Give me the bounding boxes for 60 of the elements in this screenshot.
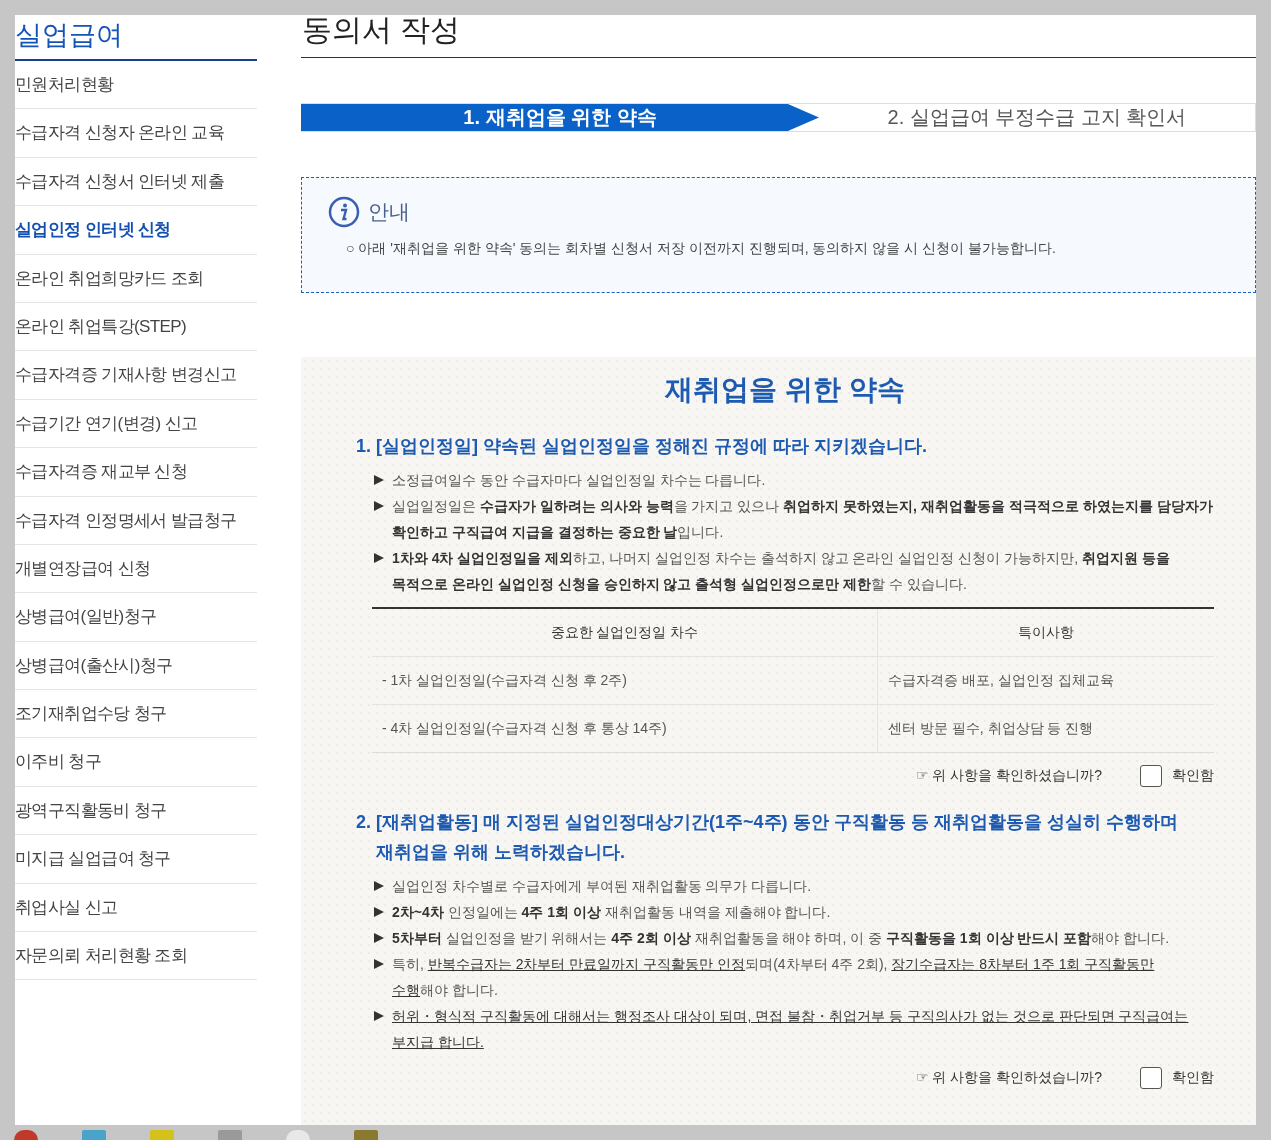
sidebar-item[interactable]: 민원처리현황 xyxy=(15,61,257,110)
section-heading: 1. [실업인정일] 약속된 실업인정일을 정해진 규정에 따라 지키겠습니다. xyxy=(356,435,928,458)
notice-title: 안내 xyxy=(368,199,410,225)
sidebar-item[interactable]: 온라인 취업특강(STEP) xyxy=(15,302,257,352)
sidebar-item[interactable]: 온라인 취업희망카드 조회 xyxy=(15,254,257,303)
sidebar-item[interactable]: 수급자격증 기재사항 변경신고 xyxy=(15,351,257,400)
step-tab[interactable]: 1. 재취업을 위한 약속 xyxy=(301,104,819,131)
confirm-checkbox[interactable]: 확인함 xyxy=(1140,765,1214,787)
bullet-icon xyxy=(374,1011,384,1021)
sidebar-item[interactable]: 수급자격 신청서 인터넷 제출 xyxy=(15,157,257,207)
sidebar-item[interactable]: 실업인정 인터넷 신청 xyxy=(15,206,257,255)
sidebar-item[interactable]: 미지급 실업급여 청구 xyxy=(15,835,257,884)
checkbox[interactable] xyxy=(1140,765,1162,787)
sidebar-item[interactable]: 상병급여(출산시)청구 xyxy=(15,641,257,691)
bullet-text: 5차부터 실업인정을 받기 위해서는 4주 2회 이상 재취업활동을 해야 하며, 이 중 구직활동을 1회 이상 반드시 포함해야 합니다. xyxy=(356,925,1214,951)
bullet-icon xyxy=(374,475,384,485)
sidebar-item[interactable]: 수급기간 연기(변경) 신고 xyxy=(15,399,257,449)
sidebar-item[interactable]: 이주비 청구 xyxy=(15,738,257,787)
confirm-question: ☞ 위 사항을 확인하셨습니까? xyxy=(916,1069,1102,1087)
checkbox[interactable] xyxy=(1140,1067,1162,1089)
bullet-icon xyxy=(374,553,384,563)
sidebar-item[interactable]: 수급자격 신청자 온라인 교육 xyxy=(15,109,257,158)
bullet-text: 1차와 4차 실업인정일을 제외하고, 나머지 실업인정 차수는 출석하지 않고 온라인 실업인정 신청이 가능하지만, 취업지원 등을 목적으로 온라인 실업인정 신청을 승인하지 않고 출석형 실업인정으로만 제한할 수 있습니다. xyxy=(356,545,1214,597)
sidebar-item[interactable]: 개별연장급여 신청 xyxy=(15,544,257,594)
bullet-text: 실업일정일은 수급자가 일하려는 의사와 능력 을 가지고 있으나 취업하지 못하였는지, 재취업활동을 적극적으로 하였는지를 담당자가 확인하고 구직급여 지급을 결정하는 중요한 날입니다. xyxy=(356,493,1214,545)
bullet-text: 허위・형식적 구직활동에 대해서는 행정조사 대상이 되며, 면접 불참・취업거부 등 구직의사가 없는 것으로 판단되면 구직급여는 부지급 합니다. xyxy=(356,1003,1214,1055)
sidebar-item[interactable]: 수급자격증 재교부 신청 xyxy=(15,448,257,497)
column-header: 중요한 실업인정일 차수 xyxy=(372,609,877,657)
bullet-icon xyxy=(374,907,384,917)
bullet-text: 2차~4차 인정일에는 4주 1회 이상 재취업활동 내역을 제출해야 합니다. xyxy=(356,899,1214,925)
confirm-checkbox[interactable]: 확인함 xyxy=(1140,1067,1214,1089)
bullet-text: 특히, 반복수급자는 2차부터 만료일까지 구직활동만 인정 되며(4차부터 4주 2회), 장기수급자는 8차부터 1주 1회 구직활동만 수행해야 합니다. xyxy=(356,951,1214,1003)
section-heading: 2. [재취업활동] 매 지정된 실업인정대상기간(1주~4주) 동안 구직활동 등 재취업활동을 성실히 수행하며 재취업을 위해 노력하겠습니다. xyxy=(356,811,1179,864)
bullet-text: 실업인정 차수별로 수급자에게 부여된 재취업활동 의무가 다릅니다. xyxy=(356,873,1214,899)
checkbox-label: 확인함 xyxy=(1172,767,1214,785)
bullet-text: 소정급여일수 동안 수급자마다 실업인정일 차수는 다릅니다. xyxy=(356,467,1214,493)
table-cell: 수급자격증 배포, 실업인정 집체교육 xyxy=(877,657,1214,704)
bullet-icon xyxy=(374,881,384,891)
table-cell: 센터 방문 필수, 취업상담 등 진행 xyxy=(877,704,1214,752)
info-icon xyxy=(328,196,360,228)
bullet-icon xyxy=(374,933,384,943)
bullet-icon xyxy=(374,959,384,969)
table-cell: - 4차 실업인정일(수급자격 신청 후 통상 14주) xyxy=(372,704,877,752)
sidebar-item[interactable]: 광역구직활동비 청구 xyxy=(15,786,257,836)
promise-title: 재취업을 위한 약속 xyxy=(664,373,906,407)
table-cell-text: - 1차 실업인정일(수급자격 신청 후 2주) xyxy=(381,670,628,690)
notice-text: ○ 아래 '재취업을 위한 약속' 동의는 회차별 신청서 저장 이전까지 진행되며, 동의하지 않을 시 신청이 불가능합니다. xyxy=(346,240,1057,258)
page-title: 동의서 작성 xyxy=(301,15,1256,58)
sidebar-item[interactable]: 조기재취업수당 청구 xyxy=(15,690,257,739)
sidebar-item[interactable]: 상병급여(일반)청구 xyxy=(15,593,257,642)
sidebar-title: 실업급여 xyxy=(15,15,257,61)
sidebar-item[interactable]: 자문의뢰 처리현황 조회 xyxy=(15,932,257,981)
bullet-icon xyxy=(374,501,384,511)
taskbar-icon[interactable] xyxy=(286,1130,310,1140)
confirm-question: ☞ 위 사항을 확인하셨습니까? xyxy=(916,767,1102,785)
sidebar-item[interactable]: 취업사실 신고 xyxy=(15,883,257,933)
taskbar-icon[interactable] xyxy=(14,1130,38,1140)
column-header: 특이사항 xyxy=(877,609,1214,657)
sidebar-item[interactable]: 수급자격 인정명세서 발급청구 xyxy=(15,496,257,545)
checkbox-label: 확인함 xyxy=(1172,1069,1214,1087)
